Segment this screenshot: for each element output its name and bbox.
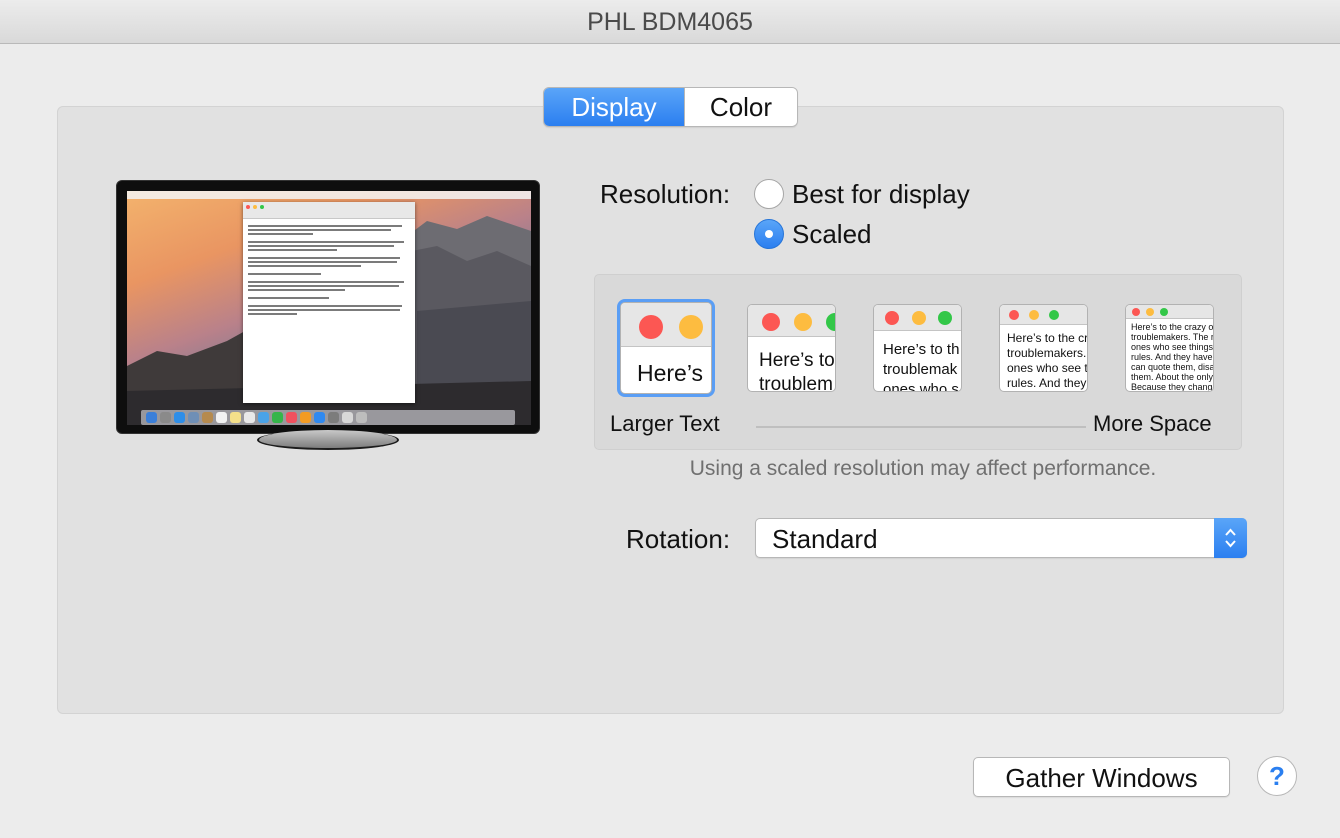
tab-display[interactable]: Display (544, 88, 684, 126)
performance-note: Using a scaled resolution may affect per… (689, 457, 1157, 480)
textedit-window-illustration (243, 202, 415, 403)
radio-scaled[interactable] (754, 219, 784, 249)
scale-option-3[interactable]: Here’s to th troublemak ones who s (873, 304, 962, 392)
menu-bar-illustration (127, 191, 531, 199)
window-title: PHL BDM4065 (0, 0, 1340, 44)
resolution-label: Resolution: (600, 179, 731, 209)
larger-text-label: Larger Text (610, 411, 720, 436)
best-for-display-label[interactable]: Best for display (792, 179, 970, 210)
more-space-label: More Space (1093, 411, 1212, 436)
rotation-label: Rotation: (626, 524, 731, 554)
scale-preview-text-1: Here’s (637, 360, 704, 386)
scaling-range-line (756, 426, 1086, 428)
scale-option-2[interactable]: Here’s to troublem (747, 304, 836, 392)
scale-option-5[interactable]: Here’s to the crazy one troublemakers. T… (1125, 304, 1214, 392)
help-button[interactable]: ? (1257, 756, 1297, 796)
monitor-illustration (116, 180, 540, 434)
tab-bar: Display Color (543, 87, 798, 127)
rotation-value: Standard (772, 524, 878, 554)
scale-preview-text-2: Here’s to troublem (759, 350, 835, 392)
scale-option-1[interactable]: Here’s (620, 302, 712, 394)
dock-illustration (141, 410, 515, 425)
monitor-screen (127, 191, 531, 425)
scale-preview-text-3: Here’s to th troublemak ones who s (883, 341, 960, 392)
radio-best-for-display[interactable] (754, 179, 784, 209)
gather-windows-button[interactable]: Gather Windows (973, 757, 1230, 797)
rotation-select[interactable]: Standard (755, 518, 1247, 558)
tab-color[interactable]: Color (684, 88, 797, 126)
scale-preview-text-4: Here’s to the cr troublemakers. ones who… (1007, 331, 1088, 390)
scale-preview-text-5: Here’s to the crazy one troublemakers. T… (1131, 322, 1214, 392)
chevron-updown-icon (1214, 518, 1247, 558)
scaled-label[interactable]: Scaled (792, 219, 872, 250)
scale-option-4[interactable]: Here’s to the cr troublemakers. ones who… (999, 304, 1088, 392)
monitor-stand (257, 430, 399, 450)
